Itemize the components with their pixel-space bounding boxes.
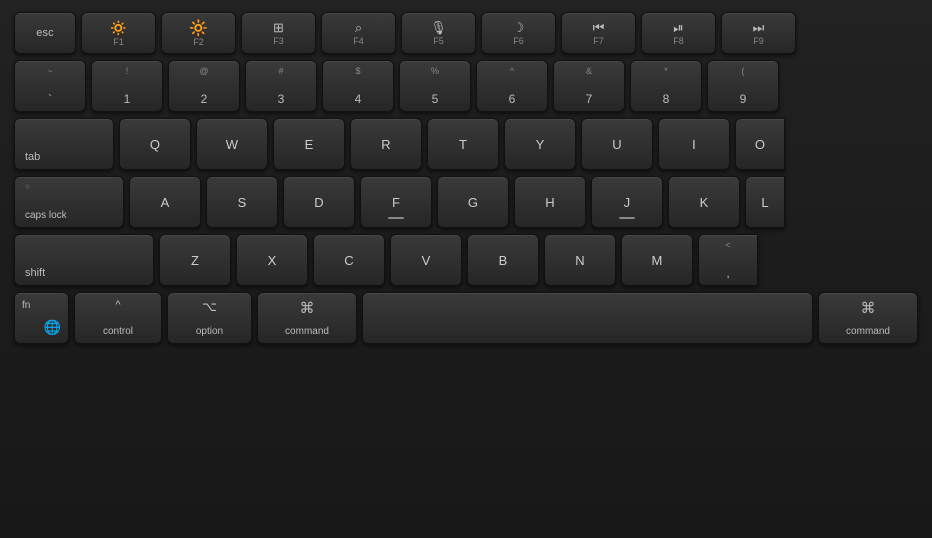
key-j[interactable]: J xyxy=(591,176,663,228)
mission-control-icon: ⊞ xyxy=(273,20,284,36)
key-3[interactable]: # 3 xyxy=(245,60,317,112)
qwerty-row: tab Q W E R T Y U I O xyxy=(14,118,918,170)
key-o[interactable]: O xyxy=(735,118,785,170)
bottom-row: fn 🌐 ^ control ⌥ option ⌘ command ⌘ comm… xyxy=(14,292,918,344)
key-space[interactable] xyxy=(362,292,813,344)
key-f9[interactable]: ⏭ F9 xyxy=(721,12,796,54)
key-f3[interactable]: ⊞ F3 xyxy=(241,12,316,54)
key-tilde[interactable]: ~ ` xyxy=(14,60,86,112)
function-row: esc 🔅 F1 🔆 F2 ⊞ F3 ⌕ F4 🎙 F5 ☽ F6 xyxy=(14,12,918,54)
key-control[interactable]: ^ control xyxy=(74,292,162,344)
key-9[interactable]: ( 9 xyxy=(707,60,779,112)
asdf-row: caps lock A S D F G H J K L xyxy=(14,176,918,228)
key-s[interactable]: S xyxy=(206,176,278,228)
key-6[interactable]: ^ 6 xyxy=(476,60,548,112)
key-i[interactable]: I xyxy=(658,118,730,170)
key-command-right[interactable]: ⌘ command xyxy=(818,292,918,344)
key-g[interactable]: G xyxy=(437,176,509,228)
key-f7[interactable]: ⏮ F7 xyxy=(561,12,636,54)
key-f1[interactable]: 🔅 F1 xyxy=(81,12,156,54)
key-f5[interactable]: 🎙 F5 xyxy=(401,12,476,54)
key-7[interactable]: & 7 xyxy=(553,60,625,112)
brightness-high-icon: 🔆 xyxy=(189,19,208,37)
key-a[interactable]: A xyxy=(129,176,201,228)
key-f[interactable]: F xyxy=(360,176,432,228)
play-pause-icon: ⏯ xyxy=(673,20,683,36)
key-q[interactable]: Q xyxy=(119,118,191,170)
globe-icon: 🌐 xyxy=(44,319,61,336)
j-bump xyxy=(619,217,635,219)
search-icon: ⌕ xyxy=(355,20,362,36)
key-f6[interactable]: ☽ F6 xyxy=(481,12,556,54)
key-caps-lock[interactable]: caps lock xyxy=(14,176,124,228)
key-esc[interactable]: esc xyxy=(14,12,76,54)
key-5[interactable]: % 5 xyxy=(399,60,471,112)
key-d[interactable]: D xyxy=(283,176,355,228)
key-option[interactable]: ⌥ option xyxy=(167,292,252,344)
key-k[interactable]: K xyxy=(668,176,740,228)
key-fn[interactable]: fn 🌐 xyxy=(14,292,69,344)
keyboard: esc 🔅 F1 🔆 F2 ⊞ F3 ⌕ F4 🎙 F5 ☽ F6 xyxy=(0,0,932,538)
key-b[interactable]: B xyxy=(467,234,539,286)
key-8[interactable]: * 8 xyxy=(630,60,702,112)
key-z[interactable]: Z xyxy=(159,234,231,286)
key-y[interactable]: Y xyxy=(504,118,576,170)
do-not-disturb-icon: ☽ xyxy=(513,20,525,36)
key-v[interactable]: V xyxy=(390,234,462,286)
key-command-left[interactable]: ⌘ command xyxy=(257,292,357,344)
key-f8[interactable]: ⏯ F8 xyxy=(641,12,716,54)
key-r[interactable]: R xyxy=(350,118,422,170)
key-e[interactable]: E xyxy=(273,118,345,170)
number-row: ~ ` ! 1 @ 2 # 3 $ 4 % 5 ^ 6 & 7 xyxy=(14,60,918,112)
key-4[interactable]: $ 4 xyxy=(322,60,394,112)
microphone-icon: 🎙 xyxy=(430,20,447,36)
key-t[interactable]: T xyxy=(427,118,499,170)
key-m[interactable]: M xyxy=(621,234,693,286)
key-f4[interactable]: ⌕ F4 xyxy=(321,12,396,54)
fast-forward-icon: ⏭ xyxy=(753,20,765,36)
zxcv-row: shift Z X C V B N M < , xyxy=(14,234,918,286)
key-1[interactable]: ! 1 xyxy=(91,60,163,112)
rewind-icon: ⏮ xyxy=(593,20,605,36)
key-w[interactable]: W xyxy=(196,118,268,170)
key-shift-left[interactable]: shift xyxy=(14,234,154,286)
key-u[interactable]: U xyxy=(581,118,653,170)
f-bump xyxy=(388,217,404,219)
key-n[interactable]: N xyxy=(544,234,616,286)
key-comma[interactable]: < , xyxy=(698,234,758,286)
key-2[interactable]: @ 2 xyxy=(168,60,240,112)
key-f2[interactable]: 🔆 F2 xyxy=(161,12,236,54)
key-l[interactable]: L xyxy=(745,176,785,228)
key-c[interactable]: C xyxy=(313,234,385,286)
brightness-low-icon: 🔅 xyxy=(109,19,128,37)
key-h[interactable]: H xyxy=(514,176,586,228)
key-x[interactable]: X xyxy=(236,234,308,286)
caps-lock-indicator xyxy=(25,184,30,189)
key-tab[interactable]: tab xyxy=(14,118,114,170)
